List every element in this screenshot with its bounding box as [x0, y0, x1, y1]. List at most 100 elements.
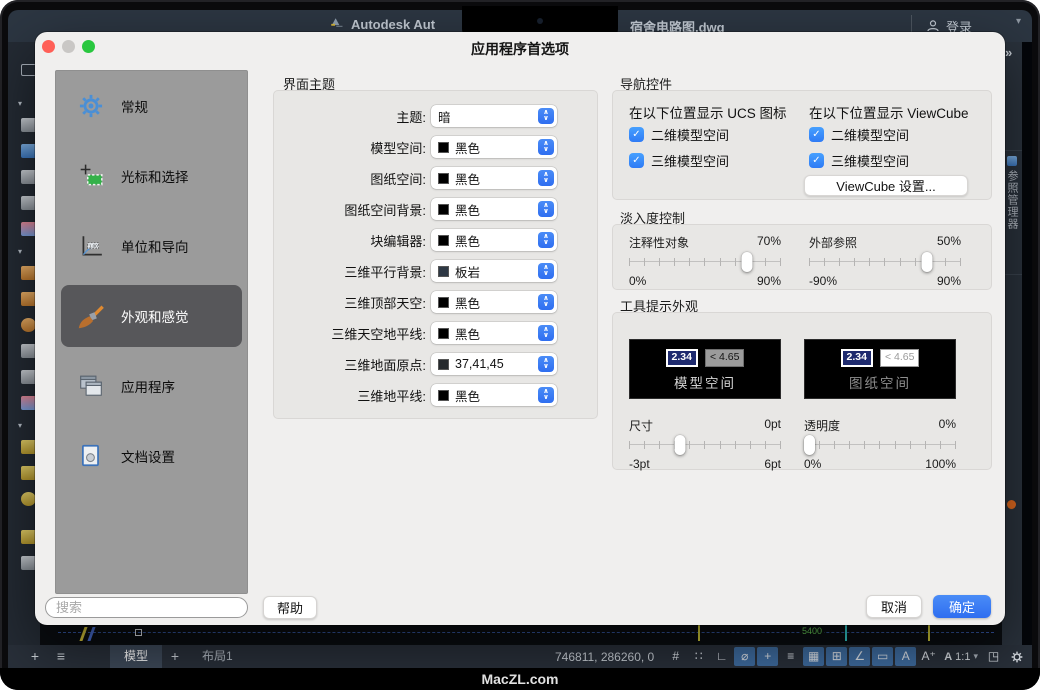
xref-fade-slider-block: 外部参照50% -90%90% — [809, 234, 961, 288]
group-caret-icon[interactable]: ▾ — [18, 422, 22, 430]
angle-icon[interactable]: ∠ — [849, 647, 870, 666]
annotation-visibility-icon[interactable]: A — [895, 647, 916, 666]
slider-value: 0pt — [764, 417, 781, 431]
crosshair-selection-icon — [76, 163, 106, 189]
viewcube-2d-checkbox[interactable]: ✓ 二维模型空间 — [809, 125, 909, 144]
stepper-icon: ∧∨ — [538, 294, 554, 310]
theme-select[interactable]: 暗 ∧∨ — [431, 105, 557, 127]
right-panel-strip — [1002, 42, 1022, 645]
camera-icon — [537, 18, 543, 24]
theme-select[interactable]: 板岩 ∧∨ — [431, 260, 557, 282]
theme-select[interactable]: 黑色 ∧∨ — [431, 229, 557, 251]
tooltip-transparency-slider[interactable] — [804, 434, 956, 456]
theme-row: 三维顶部天空: 黑色 ∧∨ — [274, 291, 597, 313]
drawing-line-yellow — [698, 625, 700, 641]
lineweight-icon[interactable]: ≡ — [780, 647, 801, 666]
xref-manager-tab[interactable]: 参照管理器 — [1002, 150, 1022, 275]
sidebar-item-cursor-selection[interactable]: 光标和选择 — [56, 141, 247, 211]
workspace-switch-icon[interactable]: ◳ — [983, 647, 1004, 666]
search-input[interactable] — [56, 598, 237, 617]
titlebar-caret-icon[interactable]: ▾ — [1016, 16, 1021, 27]
sidebar-item-look-and-feel[interactable]: 外观和感觉 — [61, 285, 242, 347]
theme-row: 图纸空间: 黑色 ∧∨ — [274, 167, 597, 189]
slider-value: 0% — [939, 417, 956, 431]
stepper-icon: ∧∨ — [538, 263, 554, 279]
theme-group: 主题: 暗 ∧∨ 模型空间: 黑色 ∧∨ 图纸空间: 黑 — [273, 90, 598, 419]
tool-icon[interactable] — [21, 318, 36, 332]
person-icon — [926, 19, 940, 33]
tooltip-badge: 2.34 — [841, 349, 873, 367]
theme-select[interactable]: 黑色 ∧∨ — [431, 322, 557, 344]
right-margin — [1022, 42, 1032, 645]
drawing-node — [135, 629, 142, 636]
theme-select[interactable]: 黑色 ∧∨ — [431, 198, 557, 220]
ok-button[interactable]: 确定 — [933, 595, 991, 618]
group-caret-icon[interactable]: ▾ — [18, 248, 22, 256]
drawing-area-sliver: 5400 — [40, 625, 1002, 645]
stepper-icon: ∧∨ — [538, 356, 554, 372]
object-snap-icon[interactable]: + — [757, 647, 778, 666]
color-swatch — [438, 297, 449, 308]
slider-thumb[interactable] — [922, 252, 933, 272]
theme-select[interactable]: 37,41,45 ∧∨ — [431, 353, 557, 375]
tooltip-transparency-slider-block: 透明度0% 0%100% — [804, 417, 956, 471]
drawing-line-yellow — [928, 625, 930, 641]
ucs-3d-checkbox[interactable]: ✓ 三维模型空间 — [629, 151, 729, 170]
snap-icon[interactable]: ∷ — [688, 647, 709, 666]
app-title-left: Autodesk Aut — [330, 17, 435, 32]
slider-value: 70% — [757, 234, 781, 248]
drawing-mark — [87, 627, 95, 641]
theme-select[interactable]: 黑色 ∧∨ — [431, 384, 557, 406]
ortho-icon[interactable]: ∟ — [711, 647, 732, 666]
hatch-icon[interactable]: ▦ — [803, 647, 824, 666]
help-button[interactable]: 帮助 — [263, 596, 317, 619]
annotative-fade-slider-block: 注释性对象70% 0%90% — [629, 234, 781, 288]
document-icon — [76, 443, 106, 469]
tooltip-badge: < 4.65 — [705, 349, 745, 367]
sidebar-item-general[interactable]: 常规 — [56, 71, 247, 141]
screen-bezel: Autodesk Aut 宿舍电路图.dwg 登录 ▾ ▾ ▾ ▾ — [0, 0, 1040, 690]
sidebar-item-application[interactable]: 应用程序 — [56, 351, 247, 421]
viewcube-settings-button[interactable]: ViewCube 设置... — [804, 175, 968, 196]
slider-thumb[interactable] — [674, 435, 685, 455]
ucs-2d-checkbox[interactable]: ✓ 二维模型空间 — [629, 125, 729, 144]
layout-tabs: + ≡ 模型 + 布局1 — [22, 645, 247, 668]
settings-gear-icon[interactable] — [1006, 647, 1027, 666]
tab-layout1[interactable]: 布局1 — [188, 645, 247, 668]
slider-thumb[interactable] — [804, 435, 815, 455]
sidebar-item-document-settings[interactable]: 文档设置 — [56, 421, 247, 491]
theme-select[interactable]: 黑色 ∧∨ — [431, 167, 557, 189]
footer-bar: MacZL.com — [0, 668, 1040, 690]
rectangle-icon[interactable]: ▭ — [872, 647, 893, 666]
color-swatch — [438, 359, 449, 370]
annotation-scale-icon: A — [944, 651, 952, 663]
layout-list-icon[interactable]: ≡ — [48, 645, 74, 668]
preferences-sidebar: 常规 光标和选择 1.00 单位和导向 外观和感觉 — [55, 70, 248, 594]
annotative-fade-slider[interactable] — [629, 251, 781, 273]
slider-thumb[interactable] — [742, 252, 753, 272]
overflow-chevron-icon[interactable]: » — [1005, 45, 1012, 60]
windows-icon — [76, 373, 106, 399]
theme-row: 块编辑器: 黑色 ∧∨ — [274, 229, 597, 251]
xref-fade-slider[interactable] — [809, 251, 961, 273]
tooltip-size-slider[interactable] — [629, 434, 781, 456]
add-layout-button[interactable]: + — [162, 645, 188, 668]
grid-icon[interactable]: # — [665, 647, 686, 666]
theme-select[interactable]: 黑色 ∧∨ — [431, 136, 557, 158]
gear-icon — [76, 92, 106, 120]
selection-cycling-icon[interactable]: ⊞ — [826, 647, 847, 666]
orange-marker-icon[interactable] — [1007, 500, 1016, 509]
sidebar-item-units-guides[interactable]: 1.00 单位和导向 — [56, 211, 247, 281]
tab-model[interactable]: 模型 — [110, 645, 162, 668]
stepper-icon: ∧∨ — [538, 139, 554, 155]
polar-tracking-icon[interactable]: ⌀ — [734, 647, 755, 666]
annotation-autoscale-icon[interactable]: A⁺ — [918, 647, 939, 666]
model-space-preview: 2.34 < 4.65 模型空间 — [629, 339, 781, 399]
tool-icon[interactable] — [21, 492, 36, 506]
group-caret-icon[interactable]: ▾ — [18, 100, 22, 108]
cancel-button[interactable]: 取消 — [866, 595, 922, 618]
viewcube-3d-checkbox[interactable]: ✓ 三维模型空间 — [809, 151, 909, 170]
new-layout-button[interactable]: + — [22, 645, 48, 668]
theme-select[interactable]: 黑色 ∧∨ — [431, 291, 557, 313]
annotation-scale-control[interactable]: A 1:1 ▾ — [941, 651, 981, 663]
